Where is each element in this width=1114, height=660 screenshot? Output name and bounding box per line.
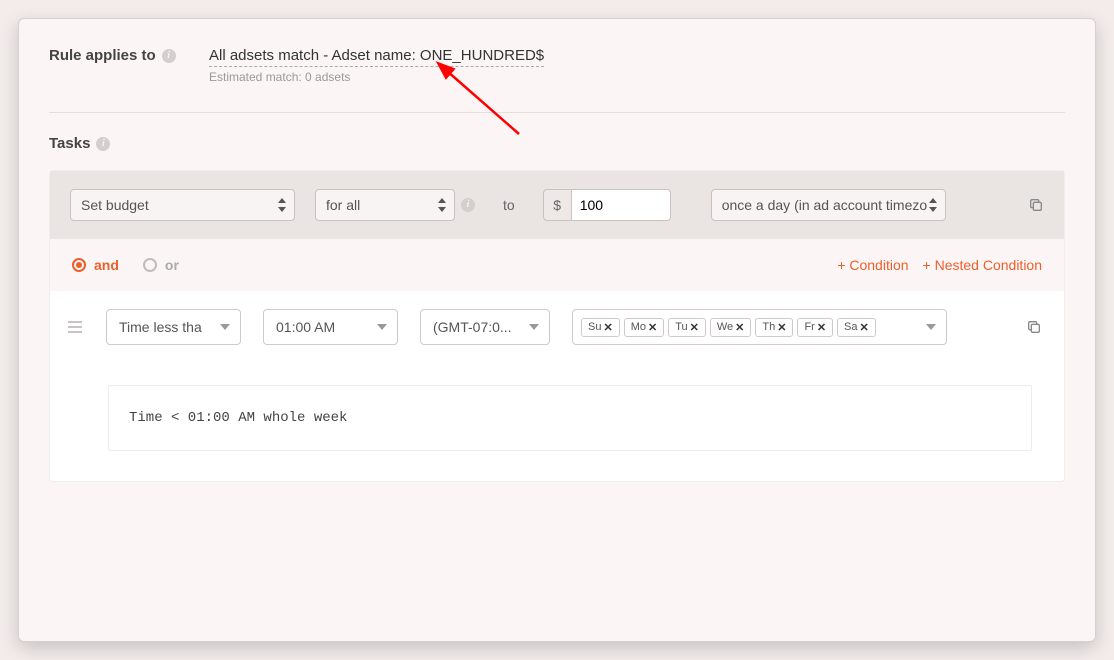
estimated-match: Estimated match: 0 adsets: [209, 70, 544, 84]
to-label: to: [503, 197, 515, 213]
info-icon[interactable]: i: [96, 137, 110, 151]
logic-radio-group: and or: [72, 257, 179, 273]
day-chip[interactable]: We✕: [710, 318, 752, 337]
radio-icon: [72, 258, 86, 272]
condition-actions: + Condition + Nested Condition: [837, 257, 1042, 273]
schedule-select[interactable]: once a day (in ad account timezo: [711, 189, 946, 221]
chevron-down-icon: [529, 324, 539, 330]
day-chip[interactable]: Tu✕: [668, 318, 706, 337]
day-chip[interactable]: Mo✕: [624, 318, 665, 337]
condition-timezone-select[interactable]: (GMT-07:0...: [420, 309, 550, 345]
chevron-down-icon: [926, 324, 936, 330]
rule-applies-section: Rule applies to i All adsets match - Ads…: [49, 47, 1065, 84]
duplicate-condition-icon[interactable]: [1026, 319, 1042, 335]
condition-time-select[interactable]: 01:00 AM: [263, 309, 398, 345]
logic-or-option[interactable]: or: [143, 257, 179, 273]
budget-input[interactable]: [571, 189, 671, 221]
logic-bar: and or + Condition + Nested Condition: [50, 239, 1064, 291]
add-nested-condition-link[interactable]: + Nested Condition: [923, 257, 1042, 273]
tasks-header: Tasks i: [49, 135, 1065, 152]
logic-and-option[interactable]: and: [72, 257, 119, 273]
add-condition-link[interactable]: + Condition: [837, 257, 908, 273]
action-select-value: Set budget: [81, 197, 149, 213]
radio-icon: [143, 258, 157, 272]
info-icon[interactable]: i: [461, 198, 475, 212]
condition-summary: Time < 01:00 AM whole week: [108, 385, 1032, 451]
scope-select[interactable]: for all: [315, 189, 455, 221]
day-chip[interactable]: Fr✕: [797, 318, 833, 337]
drag-handle-icon[interactable]: [68, 321, 84, 333]
rule-applies-value[interactable]: All adsets match - Adset name: ONE_HUNDR…: [209, 47, 544, 67]
logic-and-label: and: [94, 257, 119, 273]
day-chip[interactable]: Su✕: [581, 318, 620, 337]
scope-select-value: for all: [326, 197, 360, 213]
day-chip[interactable]: Sa✕: [837, 318, 876, 337]
currency-symbol: $: [543, 189, 571, 221]
condition-row: Time less tha 01:00 AM (GMT-07:0... Su✕ …: [50, 291, 1064, 363]
rule-applies-value-col: All adsets match - Adset name: ONE_HUNDR…: [209, 47, 544, 84]
rule-applies-label-text: Rule applies to: [49, 47, 156, 64]
logic-or-label: or: [165, 257, 179, 273]
condition-field-select[interactable]: Time less tha: [106, 309, 241, 345]
tasks-header-text: Tasks: [49, 135, 90, 152]
day-chip[interactable]: Th✕: [755, 318, 793, 337]
condition-time-value: 01:00 AM: [276, 319, 335, 335]
duplicate-task-icon[interactable]: [1028, 197, 1044, 213]
updown-icon: [278, 197, 288, 213]
section-divider: [49, 112, 1065, 113]
updown-icon: [929, 197, 939, 213]
action-select[interactable]: Set budget: [70, 189, 295, 221]
condition-field-value: Time less tha: [119, 319, 202, 335]
rule-applies-label: Rule applies to i: [49, 47, 209, 64]
updown-icon: [438, 197, 448, 213]
task-definition-bar: Set budget for all i to $ once a day (i: [50, 171, 1064, 239]
schedule-select-value: once a day (in ad account timezo: [722, 197, 927, 213]
chevron-down-icon: [220, 324, 230, 330]
days-multiselect[interactable]: Su✕ Mo✕ Tu✕ We✕ Th✕ Fr✕ Sa✕: [572, 309, 947, 345]
budget-input-group: $: [543, 189, 671, 221]
tasks-body: Set budget for all i to $ once a day (i: [49, 170, 1065, 482]
rule-panel: Rule applies to i All adsets match - Ads…: [18, 18, 1096, 642]
chevron-down-icon: [377, 324, 387, 330]
info-icon[interactable]: i: [162, 49, 176, 63]
condition-timezone-value: (GMT-07:0...: [433, 319, 512, 335]
